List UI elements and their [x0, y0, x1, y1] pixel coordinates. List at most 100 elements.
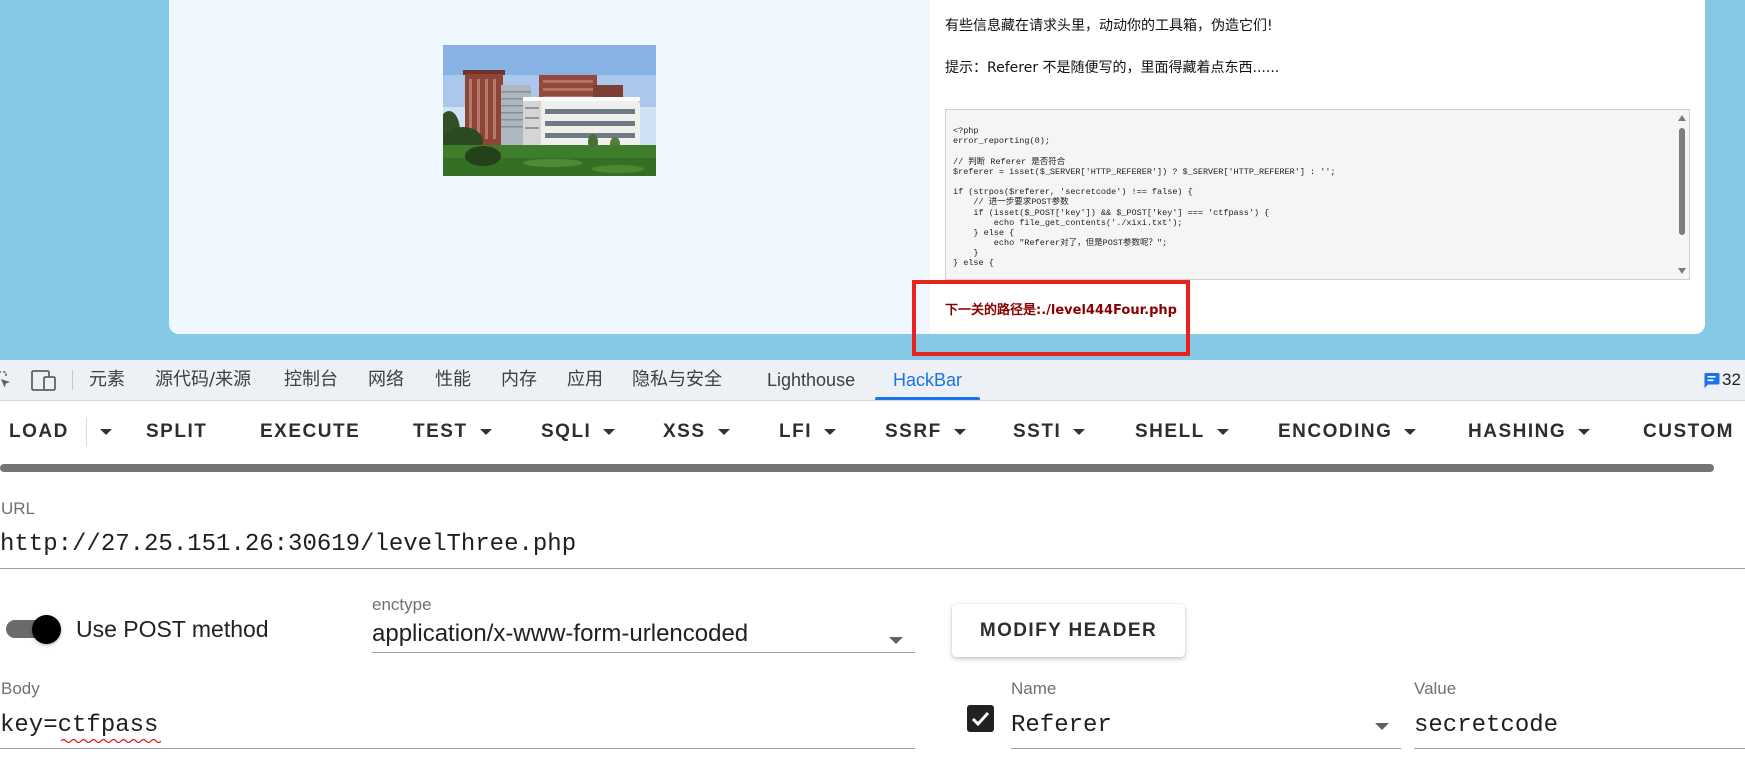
enctype-label: enctype [372, 595, 432, 614]
image-pane [169, 0, 930, 334]
chevron-down-icon [824, 429, 836, 435]
url-field[interactable]: http://27.25.151.26:30619/levelThree.php [0, 530, 576, 560]
scroll-down-arrow-icon[interactable] [1678, 268, 1686, 274]
lfi-menu-button[interactable]: LFI [779, 420, 836, 444]
tab-console[interactable]: 控制台 [284, 360, 338, 400]
hackbar-panel: LOAD SPLIT EXECUTE TEST SQLI XSS LFI SSR… [0, 401, 1745, 766]
test-label: TEST [413, 421, 468, 442]
sqli-label: SQLI [541, 421, 592, 442]
test-menu-button[interactable]: TEST [413, 420, 492, 444]
shell-menu-button[interactable]: SHELL [1135, 420, 1229, 444]
code-line: } else { [953, 227, 1015, 238]
lfi-label: LFI [779, 421, 812, 442]
highlight-box [912, 280, 1190, 356]
modify-header-button[interactable]: MODIFY HEADER [952, 604, 1185, 657]
sqli-menu-button[interactable]: SQLI [541, 420, 616, 444]
device-toolbar-icon[interactable] [31, 370, 57, 391]
split-button[interactable]: SPLIT [146, 420, 207, 444]
page-viewport: 有些信息藏在请求头里，动动你的工具箱，伪造它们! 提示：Referer 不是随便… [0, 0, 1745, 360]
code-line: echo file_get_contents('./xixi.txt'); [953, 217, 1183, 228]
chevron-down-icon [1578, 429, 1591, 435]
scroll-up-arrow-icon[interactable] [1678, 115, 1686, 121]
header-value-field[interactable]: secretcode [1414, 711, 1558, 741]
header-name-underline [1011, 748, 1401, 749]
code-line: if (strpos($referer, 'secretcode') !== f… [953, 187, 1193, 198]
code-line: <?php [953, 126, 979, 136]
execute-label: EXECUTE [260, 421, 361, 442]
url-label: URL [1, 499, 36, 518]
split-label: SPLIT [146, 421, 208, 442]
ssrf-menu-button[interactable]: SSRF [885, 420, 966, 444]
code-line: echo "Referer对了，但是POST参数呢？"; [953, 238, 1168, 249]
ssti-menu-button[interactable]: SSTI [1013, 420, 1086, 444]
encoding-menu-button[interactable]: ENCODING [1278, 420, 1417, 444]
xss-menu-button[interactable]: XSS [663, 420, 730, 444]
tab-lighthouse[interactable]: Lighthouse [767, 360, 855, 400]
hashing-menu-button[interactable]: HASHING [1468, 420, 1591, 444]
code-line: } else { [953, 258, 994, 269]
chevron-down-icon [717, 429, 730, 435]
code-line: // 进一步要求POST参数 [953, 197, 1069, 208]
header-value-underline [1414, 748, 1745, 749]
header-name-label: Name [1011, 679, 1057, 698]
spellcheck-underline [61, 738, 161, 743]
shell-label: SHELL [1135, 421, 1205, 442]
load-dropdown-chevron-icon[interactable] [100, 429, 112, 435]
chevron-down-icon [953, 429, 966, 435]
tab-network[interactable]: 网络 [368, 360, 404, 400]
issues-count[interactable]: 32 [1722, 360, 1741, 400]
encoding-label: ENCODING [1278, 421, 1393, 442]
source-code: <?php error_reporting(0); // 判断 Referer 是否… [953, 126, 1671, 269]
custom-menu-button[interactable]: CUSTOM [1643, 420, 1734, 444]
header-value-label: Value [1414, 679, 1457, 698]
code-scrollbar[interactable] [1676, 111, 1688, 278]
xss-label: XSS [663, 421, 706, 442]
load-button[interactable]: LOAD [9, 420, 69, 444]
url-field-underline [0, 568, 1745, 569]
tab-application[interactable]: 应用 [567, 360, 603, 400]
custom-label: CUSTOM [1643, 421, 1734, 442]
load-label: LOAD [9, 421, 69, 442]
execute-button[interactable]: EXECUTE [260, 420, 360, 444]
tab-privacy-security[interactable]: 隐私与安全 [632, 360, 722, 400]
active-tab-indicator [875, 397, 980, 400]
enctype-select[interactable]: application/x-www-form-urlencoded [372, 619, 748, 649]
body-field-underline [0, 748, 915, 749]
chevron-down-icon [1073, 429, 1086, 435]
code-line: error_reporting(0); [953, 136, 1050, 147]
enctype-underline [372, 652, 915, 653]
tab-memory[interactable]: 内存 [501, 360, 537, 400]
campus-building-photo [443, 45, 656, 176]
tab-sources[interactable]: 源代码/来源 [155, 360, 251, 400]
tab-elements[interactable]: 元素 [89, 360, 125, 400]
source-code-box[interactable]: <?php error_reporting(0); // 判断 Referer 是否… [945, 109, 1690, 280]
hashing-label: HASHING [1468, 421, 1567, 442]
chevron-down-icon[interactable] [1375, 723, 1389, 730]
inspect-element-icon[interactable] [0, 370, 12, 390]
chevron-down-icon[interactable] [889, 637, 903, 644]
toolbar-divider [72, 370, 73, 390]
chevron-down-icon [1404, 429, 1417, 435]
code-line: $referer = isset($_SERVER['HTTP_REFERER'… [953, 166, 1336, 177]
use-post-toggle-thumb[interactable] [32, 615, 61, 644]
ssrf-label: SSRF [885, 421, 942, 442]
header-name-field[interactable]: Referer [1011, 711, 1112, 741]
tab-performance[interactable]: 性能 [435, 360, 471, 400]
devtools-tab-bar: 元素 源代码/来源 控制台 网络 性能 内存 应用 隐私与安全 Lighthou… [0, 360, 1745, 401]
chevron-down-icon [1216, 429, 1229, 435]
chevron-down-icon [479, 429, 492, 435]
scroll-thumb[interactable] [1679, 128, 1685, 235]
chevron-down-icon [603, 429, 616, 435]
tab-hackbar[interactable]: HackBar [893, 360, 962, 400]
header-enabled-checkbox[interactable] [967, 705, 994, 732]
message-icon[interactable] [1703, 372, 1720, 389]
code-line: if (isset($_POST['key']) && $_POST['key'… [953, 207, 1270, 218]
challenge-hint: 提示：Referer 不是随便写的，里面得藏着点东西...... [945, 60, 1280, 76]
load-divider [86, 417, 87, 447]
challenge-message: 有些信息藏在请求头里，动动你的工具箱，伪造它们! [945, 18, 1273, 34]
toolbar-scrollbar[interactable] [0, 464, 1714, 472]
use-post-label[interactable]: Use POST method [76, 615, 269, 643]
code-line: } [953, 248, 979, 259]
